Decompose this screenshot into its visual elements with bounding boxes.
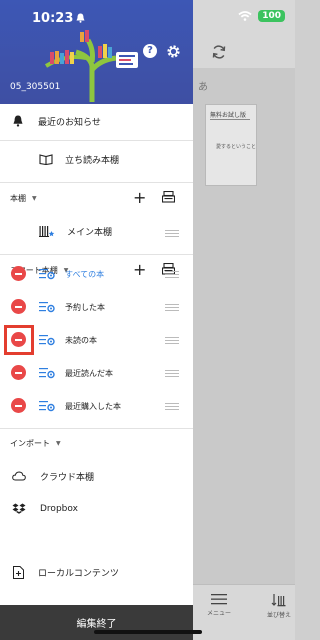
smart-list-icon <box>39 302 55 313</box>
battery-indicator: 100 <box>258 10 285 22</box>
drag-handle[interactable] <box>165 335 179 346</box>
delete-button[interactable] <box>11 266 26 281</box>
menu-icon <box>211 594 227 605</box>
add-smart-shelf-button[interactable]: + <box>133 262 146 278</box>
bookshelf-section-label: 本棚 <box>10 194 26 203</box>
open-book-icon <box>39 154 53 165</box>
refresh-icon[interactable] <box>211 44 227 60</box>
highlight-box <box>4 325 34 355</box>
drag-handle[interactable] <box>165 269 179 280</box>
chevron-down-icon: ▼ <box>56 440 61 447</box>
divider <box>0 428 193 429</box>
book-cover[interactable]: 無料お試し版 愛するということ <box>205 104 257 186</box>
smart-item-label: 未読の本 <box>65 336 97 345</box>
drawer-header: 10:23 ? 05_305501 <box>0 0 193 104</box>
cloud-icon <box>12 471 26 481</box>
library-toolbar: 100 <box>193 0 295 68</box>
bell-icon <box>13 115 23 127</box>
import-dropbox-item[interactable]: Dropbox <box>0 497 193 521</box>
user-id: 05_305501 <box>10 82 61 92</box>
notices-label: 最近のお知らせ <box>38 117 101 128</box>
sort-label: 並び替え <box>266 612 291 619</box>
drag-handle[interactable] <box>165 228 179 239</box>
main-shelf-label: メイン本棚 <box>67 227 113 238</box>
shelf-edit-icon[interactable] <box>162 191 175 203</box>
tachiyomi-shelf-item[interactable]: 立ち読み本棚 <box>0 146 193 172</box>
delete-button[interactable] <box>11 299 26 314</box>
navigation-drawer: 10:23 ? 05_305501 最近のお知らせ 立ち読み本棚 本棚 ▼ + … <box>0 0 193 640</box>
menu-label: メニュー <box>206 610 231 617</box>
smart-list-icon <box>39 269 55 280</box>
help-icon[interactable]: ? <box>143 44 157 58</box>
import-cloud-label: クラウド本棚 <box>40 472 95 483</box>
smart-item-label: すべての本 <box>65 270 105 279</box>
import-local-item[interactable]: ローカルコンテンツ <box>0 560 193 584</box>
status-indicators: 100 <box>238 10 285 22</box>
divider <box>0 182 193 183</box>
cover-rule <box>210 119 250 120</box>
status-time: 10:23 <box>32 11 74 26</box>
library-panel: 100 あ 無料お試し版 愛するということ メニュー 並び替え <box>193 0 295 640</box>
drag-handle[interactable] <box>165 401 179 412</box>
sort-header: あ <box>198 82 208 93</box>
notices-item[interactable]: 最近のお知らせ <box>0 108 193 134</box>
shelf-star-icon <box>39 226 55 237</box>
delete-button[interactable] <box>11 398 26 413</box>
notification-bell-icon <box>76 13 85 23</box>
dropbox-icon <box>12 503 26 514</box>
import-cloud-item[interactable]: クラウド本棚 <box>0 464 193 488</box>
finish-edit-button[interactable]: 編集終了 <box>0 605 193 640</box>
home-indicator <box>94 630 202 634</box>
bottom-toolbar: メニュー 並び替え <box>193 584 295 640</box>
drag-handle[interactable] <box>165 368 179 379</box>
smart-list-icon <box>39 368 55 379</box>
chevron-down-icon: ▼ <box>32 195 37 202</box>
import-section-label: インポート <box>10 439 50 448</box>
gear-icon[interactable] <box>166 44 181 59</box>
delete-button[interactable] <box>11 365 26 380</box>
finish-edit-label: 編集終了 <box>76 619 117 630</box>
divider <box>0 140 193 141</box>
book-cover-title: 無料お試し版 <box>210 112 247 119</box>
divider <box>0 254 193 255</box>
smart-item-label: 最近読んだ本 <box>65 369 113 378</box>
book-cover-subtitle: 愛するということ <box>216 144 257 150</box>
smart-list-icon <box>39 335 55 346</box>
sort-icon <box>271 594 286 607</box>
tachiyomi-label: 立ち読み本棚 <box>65 155 120 166</box>
add-file-icon <box>13 565 24 579</box>
import-section-header[interactable]: インポート ▼ <box>10 438 61 449</box>
drag-handle[interactable] <box>165 302 179 313</box>
bookshelf-section-header[interactable]: 本棚 ▼ <box>10 193 37 204</box>
smart-list-icon <box>39 401 55 412</box>
import-dropbox-label: Dropbox <box>40 504 78 514</box>
wifi-icon <box>238 11 252 21</box>
sort-button[interactable]: 並び替え <box>259 593 299 619</box>
add-bookshelf-button[interactable]: + <box>133 190 146 206</box>
import-local-label: ローカルコンテンツ <box>38 568 119 579</box>
smart-item-label: 予約した本 <box>65 303 105 312</box>
smart-item-label: 最近購入した本 <box>65 402 121 411</box>
menu-button[interactable]: メニュー <box>199 593 239 617</box>
